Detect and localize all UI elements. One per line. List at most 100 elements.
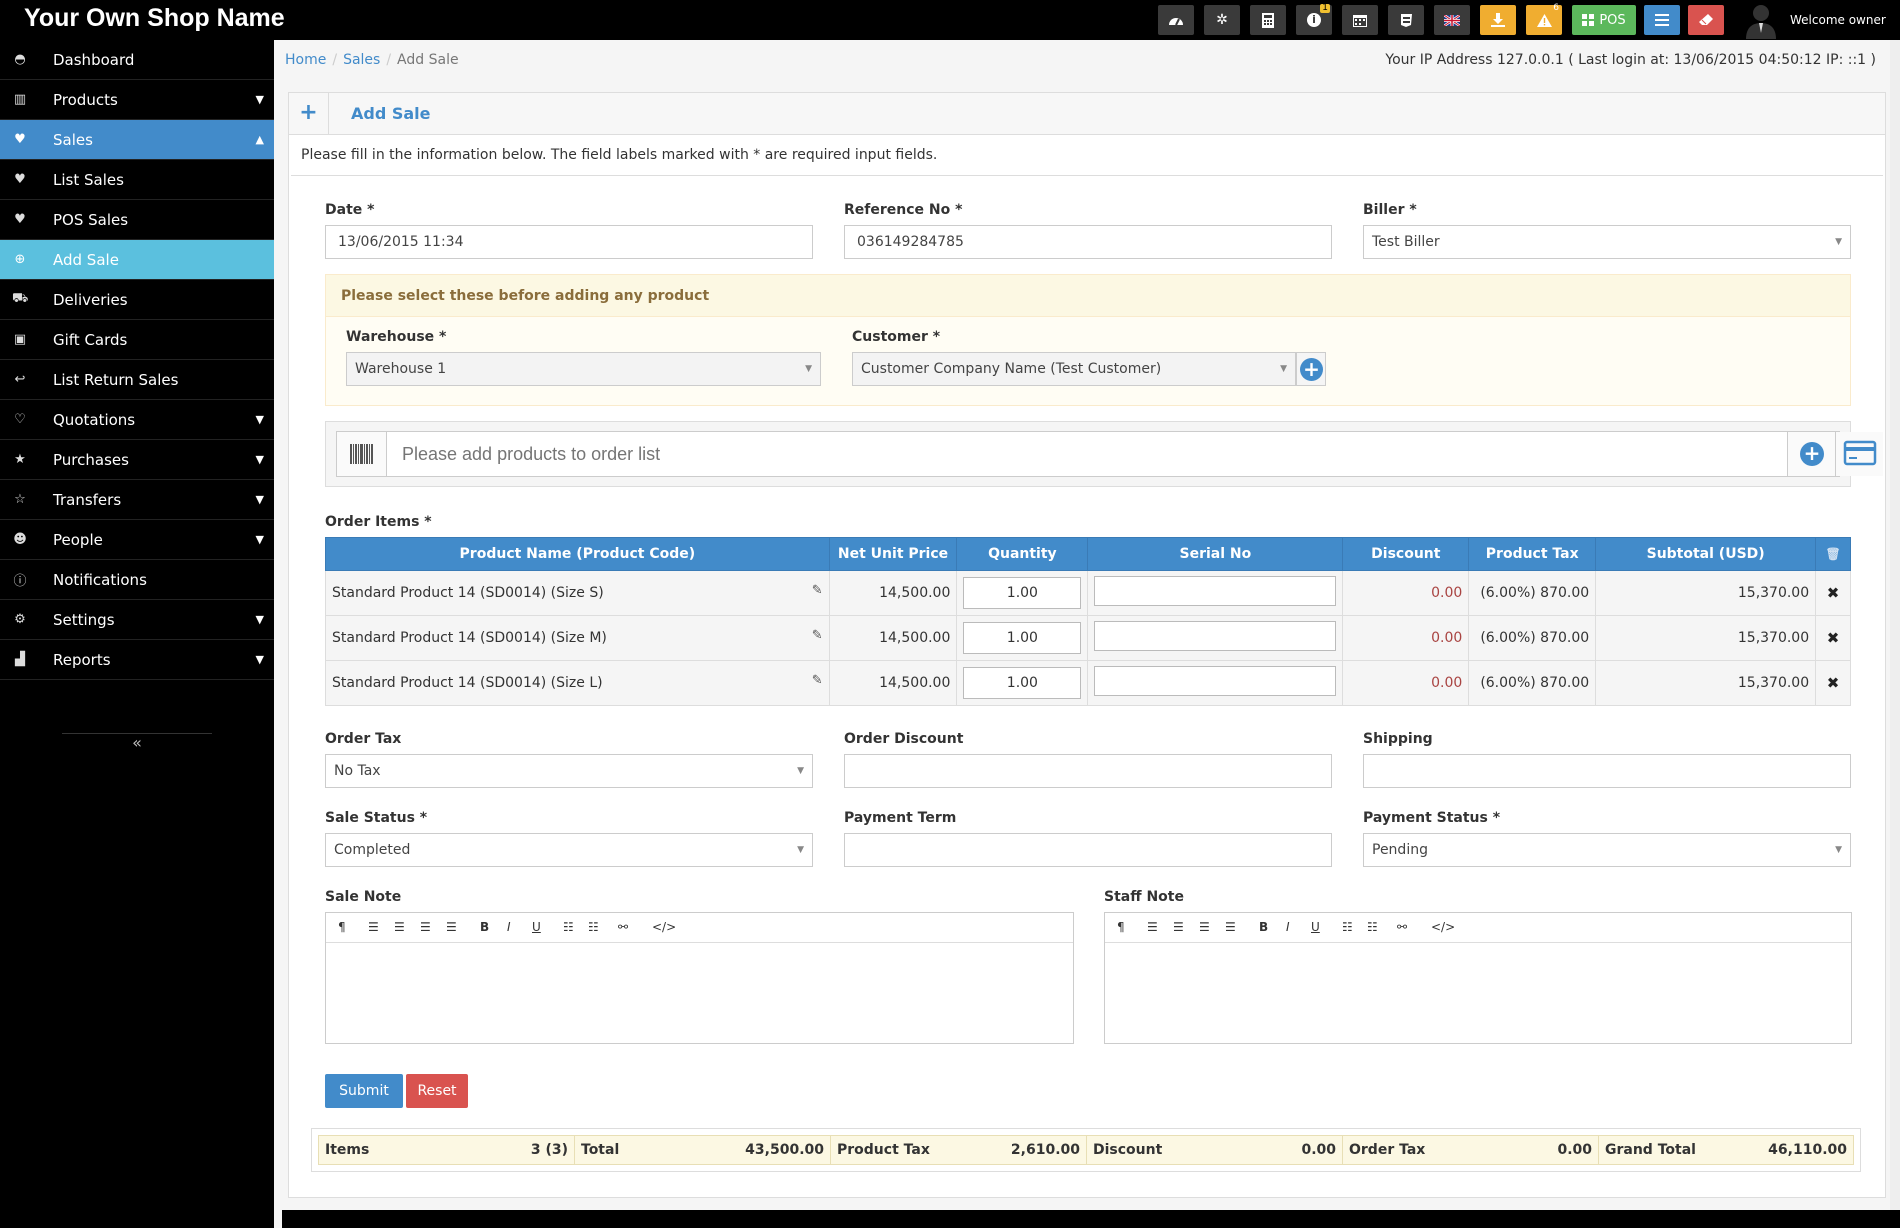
align-right-icon[interactable]: ☰ [1199,920,1210,934]
quantity-input[interactable]: 1.00 [963,622,1082,654]
sidebar-item-dashboard[interactable]: ◓ Dashboard [0,40,274,80]
edit-icon[interactable]: ✎ [812,583,823,598]
column-header[interactable]: Quantity [956,537,1089,571]
sidebar-item-notifications[interactable]: ⓘ Notifications [0,560,274,600]
staff-note-editor[interactable]: ¶ ☰ ☰ ☰ ☰ B I U ☷ ☷ ⚯ </> [1104,912,1852,1044]
sidebar-item-sales[interactable]: ♥ Sales ▲ [0,120,274,160]
sidebar-item-transfers[interactable]: ☆ Transfers ▼ [0,480,274,520]
date-input[interactable]: 13/06/2015 11:34 [325,225,813,259]
sidebar-item-gift-cards[interactable]: ▣ Gift Cards [0,320,274,360]
italic-icon[interactable]: I [507,920,511,934]
justify-icon[interactable]: ☰ [1225,920,1236,934]
shipping-input[interactable] [1363,754,1851,788]
list-icon-button[interactable] [1644,5,1680,35]
reset-button[interactable]: Reset [406,1074,468,1108]
close-icon[interactable]: ✖ [1827,584,1840,602]
warehouse-select[interactable]: Warehouse 1 ▼ [346,352,821,386]
italic-icon[interactable]: I [1286,920,1290,934]
sidebar-item-reports[interactable]: ▟ Reports ▼ [0,640,274,680]
sidebar-item-people[interactable]: ☻ People ▼ [0,520,274,560]
download-icon-button[interactable] [1480,5,1516,35]
sidebar-item-deliveries[interactable]: ⛟ Deliveries [0,280,274,320]
settings-icon-button[interactable]: ✲ [1204,5,1240,35]
align-center-icon[interactable]: ☰ [1173,920,1184,934]
calendar-icon-button[interactable] [1342,5,1378,35]
edit-icon[interactable]: ✎ [812,628,823,643]
payment-term-input[interactable] [844,833,1332,867]
column-header[interactable]: Subtotal (USD) [1595,537,1817,571]
payment-card-button[interactable] [1835,432,1883,476]
chevron-down-icon: ▼ [255,653,264,666]
edit-icon[interactable]: ✎ [812,673,823,688]
link-icon[interactable]: ⚯ [1397,920,1407,934]
calculator-icon-button[interactable] [1250,5,1286,35]
align-center-icon[interactable]: ☰ [394,920,405,934]
link-icon[interactable]: ⚯ [618,920,628,934]
quantity-input[interactable]: 1.00 [963,577,1082,609]
avatar[interactable] [1742,1,1780,39]
justify-icon[interactable]: ☰ [446,920,457,934]
biller-select[interactable]: Test Biller ▼ [1363,225,1851,259]
sidebar-item-list-sales[interactable]: ♥ List Sales [0,160,274,200]
align-left-icon[interactable]: ☰ [368,920,379,934]
column-header[interactable]: Product Name (Product Code) [325,537,830,571]
order-tax-select[interactable]: No Tax ▼ [325,754,813,788]
submit-button[interactable]: Submit [325,1074,403,1108]
language-button[interactable] [1434,5,1470,35]
customer-select[interactable]: Customer Company Name (Test Customer) ▼ [852,352,1296,386]
clear-data-button[interactable] [1688,5,1724,35]
column-header[interactable]: Serial No [1087,537,1344,571]
quantity-input[interactable]: 1.00 [963,667,1082,699]
bold-icon[interactable]: B [480,920,489,934]
code-icon[interactable]: </> [652,920,676,934]
brand-name[interactable]: Your Own Shop Name [24,4,285,33]
order-discount-input[interactable] [844,754,1332,788]
product-search-input[interactable] [388,432,1788,476]
sidebar-item-pos-sales[interactable]: ♥ POS Sales [0,200,274,240]
align-left-icon[interactable]: ☰ [1147,920,1158,934]
serial-input[interactable] [1094,666,1337,696]
scrollbar[interactable] [1890,40,1900,1228]
unordered-list-icon[interactable]: ☷ [563,920,574,934]
info-notifications-button[interactable]: i 1 [1296,4,1332,35]
underline-icon[interactable]: U [532,920,541,934]
welcome-text[interactable]: Welcome owner [1790,0,1886,40]
breadcrumb-sales[interactable]: Sales [343,52,380,68]
column-header[interactable]: Product Tax [1468,537,1597,571]
pos-button[interactable]: POS [1572,5,1636,35]
serial-input[interactable] [1094,576,1337,606]
paragraph-icon[interactable]: ¶ [338,920,346,934]
code-icon[interactable]: </> [1431,920,1455,934]
ordered-list-icon[interactable]: ☷ [588,920,599,934]
biller-label: Biller * [1363,202,1417,218]
reference-input[interactable]: 036149284785 [844,225,1332,259]
close-icon[interactable]: ✖ [1827,629,1840,647]
close-icon[interactable]: ✖ [1827,674,1840,692]
sale-note-editor[interactable]: ¶ ☰ ☰ ☰ ☰ B I U ☷ ☷ ⚯ </> [325,912,1074,1044]
column-header[interactable]: Net Unit Price [828,537,958,571]
sidebar-item-settings[interactable]: ⚙ Settings ▼ [0,600,274,640]
sidebar-item-add-sale[interactable]: ⊕ Add Sale [0,240,274,280]
sale-status-select[interactable]: Completed ▼ [325,833,813,867]
ordered-list-icon[interactable]: ☷ [1367,920,1378,934]
breadcrumb-home[interactable]: Home [285,52,326,68]
payment-status-select[interactable]: Pending ▼ [1363,833,1851,867]
add-product-button[interactable]: + [1787,432,1835,476]
collapse-sidebar-button[interactable]: « [62,733,212,753]
sidebar-item-return-sales[interactable]: ↩ List Return Sales [0,360,274,400]
align-right-icon[interactable]: ☰ [420,920,431,934]
column-header[interactable]: Discount [1342,537,1470,571]
unordered-list-icon[interactable]: ☷ [1342,920,1353,934]
dashboard-icon-button[interactable] [1158,5,1194,35]
add-customer-button[interactable]: + [1296,352,1326,386]
delete-all-header[interactable]: 🗑 [1815,537,1851,571]
bold-icon[interactable]: B [1259,920,1268,934]
sidebar-item-products[interactable]: ▥ Products ▼ [0,80,274,120]
styles-icon-button[interactable] [1388,5,1424,35]
serial-input[interactable] [1094,621,1337,651]
sidebar-item-quotations[interactable]: ♡ Quotations ▼ [0,400,274,440]
underline-icon[interactable]: U [1311,920,1320,934]
paragraph-icon[interactable]: ¶ [1117,920,1125,934]
alerts-button[interactable]: 6 [1526,4,1562,35]
sidebar-item-purchases[interactable]: ★ Purchases ▼ [0,440,274,480]
